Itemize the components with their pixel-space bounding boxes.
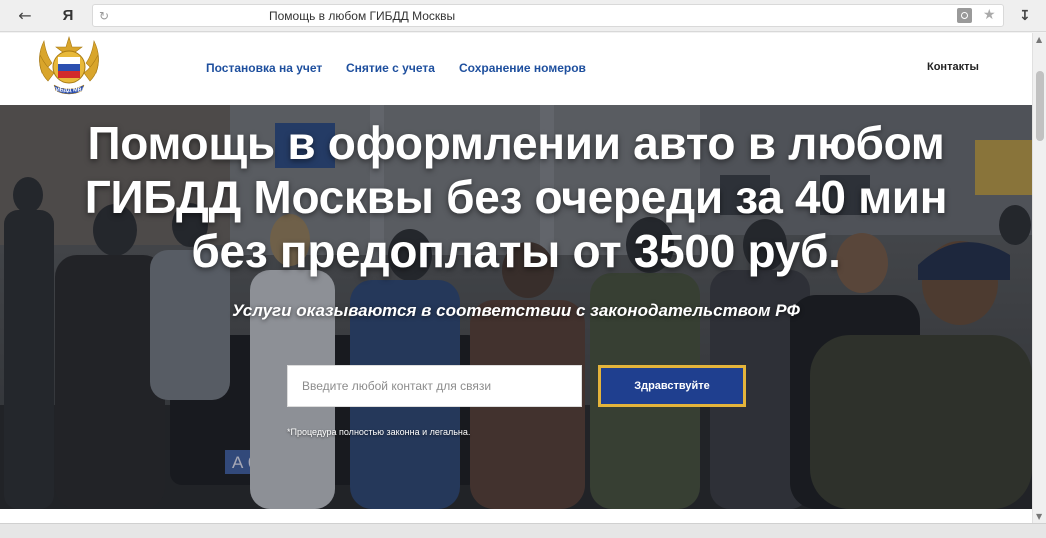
gibdd-emblem-icon[interactable]: ГИБДД МВД: [32, 33, 106, 101]
page-scrollbar[interactable]: ▲ ▼: [1032, 33, 1046, 523]
hero-headline: Помощь в оформлении авто в любом ГИБДД М…: [60, 117, 972, 278]
back-arrow-icon[interactable]: ←: [14, 5, 36, 27]
nav-link-contacts[interactable]: Контакты: [927, 61, 979, 73]
extension-icon[interactable]: [957, 8, 972, 23]
hero-subtitle: Услуги оказываются в соответствии с зако…: [232, 301, 800, 320]
browser-toolbar: ← Я ↻ Помощь в любом ГИБДД Москвы ★ ↧: [0, 0, 1046, 32]
contact-input[interactable]: [287, 365, 582, 407]
window-bottom-edge: [0, 523, 1046, 538]
legal-disclaimer: *Процедура полностью законна и легальна.: [287, 427, 471, 437]
scroll-down-icon[interactable]: ▼: [1036, 512, 1042, 521]
page-viewport: ГИБДД МВД Постановка на учет Снятие с уч…: [0, 33, 1032, 523]
star-icon[interactable]: ★: [983, 5, 996, 26]
yandex-logo[interactable]: Я: [60, 5, 76, 27]
page-title: Помощь в любом ГИБДД Москвы: [269, 9, 456, 23]
nav-link-deregistration[interactable]: Снятие с учета: [346, 61, 435, 75]
site-header: ГИБДД МВД Постановка на учет Снятие с уч…: [0, 33, 1032, 105]
headline-line-3: без предоплаты от 3500 руб.: [191, 224, 841, 277]
nav-link-registration[interactable]: Постановка на учет: [206, 61, 322, 75]
address-bar[interactable]: ↻ Помощь в любом ГИБДД Москвы ★: [92, 4, 1004, 27]
submit-button[interactable]: Здравствуйте: [598, 365, 746, 407]
nav-link-plate-retention[interactable]: Сохранение номеров: [459, 61, 586, 75]
scroll-up-icon[interactable]: ▲: [1036, 35, 1042, 44]
hero-section: А 0 2: [0, 105, 1032, 509]
reload-icon[interactable]: ↻: [99, 6, 109, 26]
headline-line-1: Помощь в оформлении авто в любом: [87, 117, 945, 169]
headline-line-2: ГИБДД Москвы без очереди за 40 мин: [84, 170, 948, 223]
logo-text: ГИБДД МВД: [53, 88, 86, 94]
scroll-thumb[interactable]: [1036, 71, 1044, 141]
download-icon[interactable]: ↧: [1019, 6, 1031, 26]
